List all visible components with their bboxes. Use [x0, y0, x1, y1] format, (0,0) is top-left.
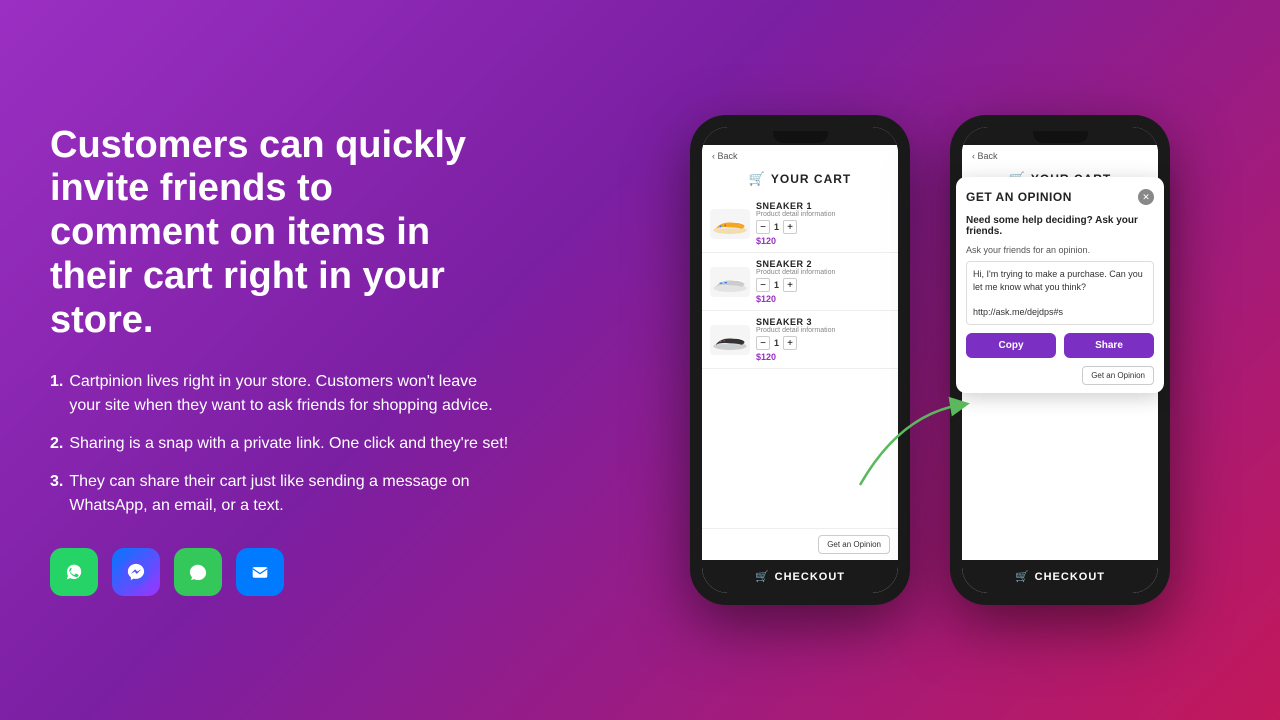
phone-2-screen: ‹ Back 🛒 YOUR CART: [962, 127, 1158, 593]
phone1-product-list: SNEAKER 1 Product detail information − 1…: [702, 195, 898, 528]
list-item-3: 3. They can share their cart just like s…: [50, 470, 510, 518]
list-item-2: 2. Sharing is a snap with a private link…: [50, 432, 510, 456]
social-icons: [50, 548, 510, 596]
product-item-3: SNEAKER 3 Product detail information − 1…: [702, 311, 898, 369]
qty-minus-2[interactable]: −: [756, 278, 770, 292]
list-num-2: 2.: [50, 432, 63, 456]
phone1-back[interactable]: ‹ Back: [712, 151, 738, 161]
modal-get-opinion-button[interactable]: Get an Opinion: [1082, 366, 1154, 385]
product-info-3: SNEAKER 3 Product detail information − 1…: [756, 317, 890, 362]
list-num-1: 1.: [50, 370, 63, 418]
qty-controls-2: − 1 +: [756, 278, 890, 292]
phone1-cart-title-row: 🛒 YOUR CART: [702, 163, 898, 195]
phone-2-content: ‹ Back 🛒 YOUR CART: [962, 145, 1158, 560]
list-text-1: Cartpinion lives right in your store. Cu…: [69, 370, 510, 418]
phones-area: ‹ Back 🛒 YOUR CART: [560, 115, 1280, 605]
phone2-back[interactable]: ‹ Back: [972, 151, 998, 161]
phone-1: ‹ Back 🛒 YOUR CART: [690, 115, 910, 605]
qty-num-1: 1: [774, 222, 779, 232]
product-detail-3: Product detail information: [756, 327, 890, 334]
product-price-3: $120: [756, 352, 890, 362]
product-info-1: SNEAKER 1 Product detail information − 1…: [756, 201, 890, 246]
product-name-1: SNEAKER 1: [756, 201, 890, 211]
headline: Customers can quickly invite friends to …: [50, 124, 510, 342]
qty-minus-1[interactable]: −: [756, 220, 770, 234]
phone1-cart-title: YOUR CART: [771, 172, 851, 186]
mail-icon[interactable]: [236, 548, 284, 596]
product-item-2: SNEAKER 2 Product detail information − 1…: [702, 253, 898, 311]
modal-close-button[interactable]: ✕: [1138, 189, 1154, 205]
phone1-cart-icon: 🛒: [749, 171, 765, 187]
product-image-3: [710, 325, 750, 355]
product-name-2: SNEAKER 2: [756, 259, 890, 269]
phone-1-screen: ‹ Back 🛒 YOUR CART: [702, 127, 898, 593]
whatsapp-icon[interactable]: [50, 548, 98, 596]
qty-num-2: 1: [774, 280, 779, 290]
modal-actions: Copy Share: [966, 333, 1154, 358]
modal-header: GET AN OPINION ✕: [966, 189, 1154, 205]
product-detail-2: Product detail information: [756, 269, 890, 276]
qty-num-3: 1: [774, 338, 779, 348]
qty-plus-2[interactable]: +: [783, 278, 797, 292]
list-text-2: Sharing is a snap with a private link. O…: [69, 432, 508, 456]
modal-message-box[interactable]: Hi, I'm trying to make a purchase. Can y…: [966, 261, 1154, 325]
opinion-modal: GET AN OPINION ✕ Need some help deciding…: [962, 177, 1158, 393]
phone1-checkout-text: CHECKOUT: [775, 571, 845, 583]
product-image-2: [710, 267, 750, 297]
list-text-3: They can share their cart just like send…: [69, 470, 510, 518]
qty-plus-3[interactable]: +: [783, 336, 797, 350]
qty-plus-1[interactable]: +: [783, 220, 797, 234]
phone-1-content: ‹ Back 🛒 YOUR CART: [702, 145, 898, 560]
share-button[interactable]: Share: [1064, 333, 1154, 358]
modal-container: GET AN OPINION ✕ Need some help deciding…: [962, 167, 1158, 560]
product-detail-1: Product detail information: [756, 211, 890, 218]
product-image-1: [710, 209, 750, 239]
qty-controls-3: − 1 +: [756, 336, 890, 350]
messenger-icon[interactable]: [112, 548, 160, 596]
qty-minus-3[interactable]: −: [756, 336, 770, 350]
feature-list: 1. Cartpinion lives right in your store.…: [50, 370, 510, 518]
phone-2: ‹ Back 🛒 YOUR CART: [950, 115, 1170, 605]
phone1-checkout-bar: 🛒 CHECKOUT: [702, 560, 898, 593]
modal-sub2: Ask your friends for an opinion.: [966, 245, 1154, 255]
product-price-1: $120: [756, 236, 890, 246]
phone1-get-opinion-button[interactable]: Get an Opinion: [818, 535, 890, 554]
copy-button[interactable]: Copy: [966, 333, 1056, 358]
list-item-1: 1. Cartpinion lives right in your store.…: [50, 370, 510, 418]
product-info-2: SNEAKER 2 Product detail information − 1…: [756, 259, 890, 304]
modal-subtitle: Need some help deciding? Ask your friend…: [966, 215, 1154, 237]
list-num-3: 3.: [50, 470, 63, 518]
imessage-icon[interactable]: [174, 548, 222, 596]
qty-controls-1: − 1 +: [756, 220, 890, 234]
product-name-3: SNEAKER 3: [756, 317, 890, 327]
product-price-2: $120: [756, 294, 890, 304]
modal-title: GET AN OPINION: [966, 190, 1072, 204]
left-panel: Customers can quickly invite friends to …: [0, 84, 560, 636]
product-item-1: SNEAKER 1 Product detail information − 1…: [702, 195, 898, 253]
